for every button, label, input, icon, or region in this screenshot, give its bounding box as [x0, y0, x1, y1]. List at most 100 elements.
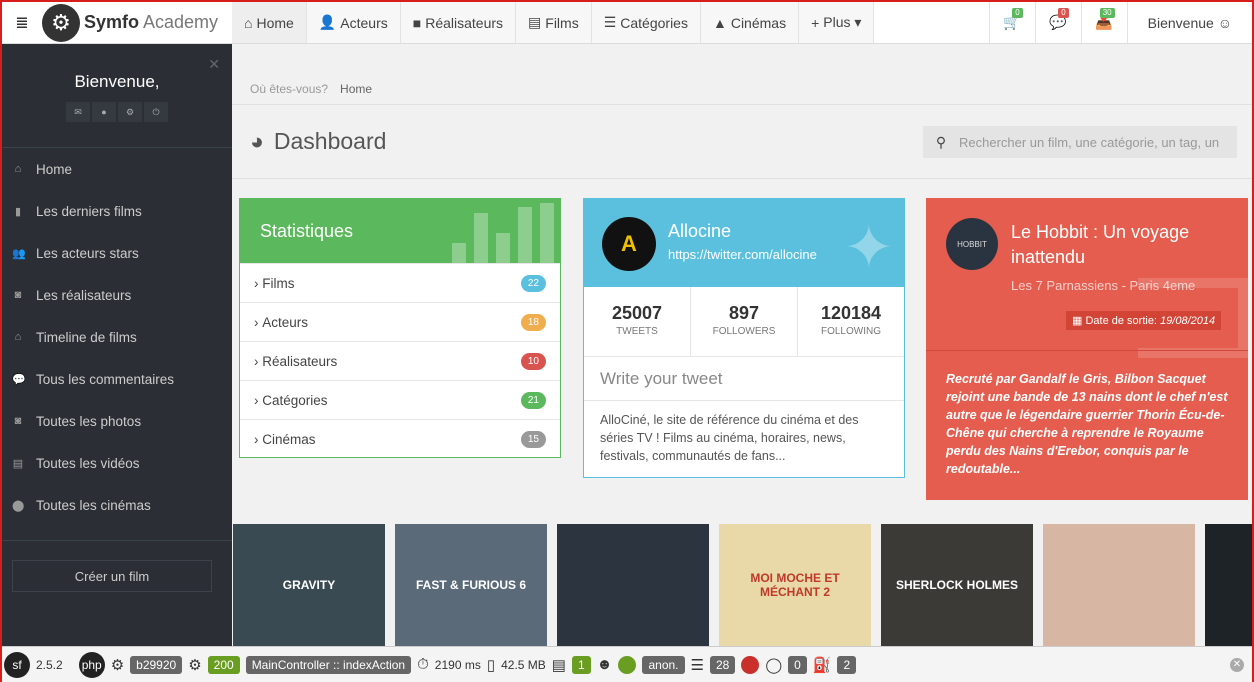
sidebar-toggle-button[interactable]: ≣ [2, 2, 42, 43]
poster-movie[interactable] [1043, 524, 1195, 646]
count-badge: 18 [520, 313, 546, 331]
nav-item-plus-dropdown[interactable]: + Plus ▾ [799, 2, 875, 43]
twitter-name: Allocine [668, 221, 732, 241]
request-time[interactable]: 2190 ms [435, 658, 481, 672]
twitter-url-link[interactable]: https://twitter.com/allocine [668, 247, 817, 262]
chevron-right-icon: › [254, 431, 263, 447]
brand-name-bold: Symfo [84, 12, 140, 32]
sidebar-item-photos[interactable]: ◙ Toutes les photos [2, 400, 232, 442]
tweets-count: 25007 TWEETS [584, 287, 691, 356]
config-icon: ⚙ [110, 656, 125, 674]
clipboard-icon: ▤ [551, 656, 566, 674]
main-nav: ⌂ Home 👤 Acteurs ■ Réalisateurs ▤ Films ☰ Cat… [232, 2, 875, 43]
breadcrumb-current[interactable]: Home [340, 82, 372, 96]
memory-icon: ▯ [486, 656, 496, 674]
sidebar-item-commentaires[interactable]: 💬 Tous les commentaires [2, 358, 232, 400]
chart-bar [540, 203, 554, 263]
envelope-icon[interactable]: ✉ [66, 102, 90, 122]
php-logo-icon[interactable]: php [78, 651, 105, 678]
nav-item-realisateurs[interactable]: ■ Réalisateurs [401, 2, 517, 43]
stats-row-label: Catégories [262, 392, 328, 408]
status-red-dot [741, 655, 760, 674]
brand-logo[interactable]: ⚙ Symfo Academy [42, 2, 232, 43]
poster-sherlock-holmes[interactable]: SHERLOCK HOLMES [881, 524, 1033, 646]
stats-panel: Statistiques › Films 22 › Acteurs 18 › Réa… [239, 198, 561, 458]
movie-title[interactable]: Le Hobbit : Un voyage inattendu [1011, 220, 1226, 270]
stats-panel-header: Statistiques [240, 199, 560, 263]
search-input[interactable]: Rechercher un film, une catégorie, un ta… [959, 135, 1219, 150]
status-code-badge[interactable]: 200 [207, 655, 240, 674]
power-icon[interactable]: ⏻ [144, 102, 168, 122]
count-badge: 10 [520, 352, 546, 370]
plus-icon: + [811, 14, 820, 31]
nav-label: Plus ▾ [823, 14, 862, 30]
close-icon[interactable]: ✕ [1230, 657, 1244, 672]
stats-row-categories[interactable]: › Catégories 21 [240, 380, 560, 419]
events-count[interactable]: 0 [788, 655, 807, 674]
divider [926, 350, 1248, 351]
stats-row-acteurs[interactable]: › Acteurs 18 [240, 302, 560, 341]
followers-label: FOLLOWERS [712, 326, 776, 337]
nav-item-cinemas[interactable]: ▲ Cinémas [701, 2, 800, 43]
sidebar-item-label: Les derniers films [36, 203, 142, 219]
stats-row-cinemas[interactable]: › Cinémas 15 [240, 419, 560, 458]
cart-button[interactable]: 🛒 0 [988, 2, 1035, 43]
user-icon[interactable]: ● [92, 102, 116, 122]
release-date-label: Date de sortie: [1085, 315, 1157, 327]
sidebar-item-timeline[interactable]: ⌂ Timeline de films [2, 316, 232, 358]
sidebar-item-label: Toutes les photos [36, 413, 142, 429]
poster-moi-moche-et-mechant-2[interactable]: MOI MOCHE ET MÉCHANT 2 [719, 524, 871, 646]
poster-fast-furious-6[interactable]: FAST & FURIOUS 6 [395, 524, 547, 646]
welcome-dropdown[interactable]: Bienvenue ☺ [1126, 2, 1252, 43]
top-navbar: ≣ ⚙ Symfo Academy ⌂ Home 👤 Acteurs ■ Réalisa… [2, 2, 1252, 44]
poster-harlock[interactable] [557, 524, 709, 646]
home-icon: ⌂ [14, 331, 22, 343]
controller-action[interactable]: MainController :: indexAction [245, 655, 412, 674]
sidebar-item-home[interactable]: ⌂ Home [2, 148, 232, 190]
nav-item-acteurs[interactable]: 👤 Acteurs [307, 2, 401, 43]
search-icon[interactable]: ⚲ [923, 134, 959, 151]
inbox-button[interactable]: 📥 30 [1080, 2, 1127, 43]
stats-row-label: Films [262, 275, 295, 291]
memory-usage[interactable]: 42.5 MB [501, 658, 546, 672]
poster-movie[interactable] [1205, 524, 1252, 646]
stats-title: Statistiques [260, 220, 354, 241]
nav-item-films[interactable]: ▤ Films [516, 2, 592, 43]
featured-movie-panel: HOBBIT Le Hobbit : Un voyage inattendu L… [926, 198, 1248, 500]
nav-item-categories[interactable]: ☰ Catégories [592, 2, 701, 43]
nav-item-home[interactable]: ⌂ Home [232, 2, 307, 43]
poster-gravity[interactable]: GRAVITY [233, 524, 385, 646]
movie-poster-thumbnail[interactable]: HOBBIT [946, 218, 998, 270]
extra-count[interactable]: 2 [837, 655, 857, 674]
close-icon[interactable]: ✕ [208, 56, 220, 73]
symfony-logo-icon[interactable]: sf [4, 651, 30, 678]
followers-value: 897 [728, 303, 760, 323]
allocine-avatar[interactable]: A [602, 217, 656, 271]
nav-label: Cinémas [730, 14, 787, 31]
stats-row-realisateurs[interactable]: › Réalisateurs 10 [240, 341, 560, 380]
stats-row-films[interactable]: › Films 22 [240, 263, 560, 302]
breadcrumb-lead: Où êtes-vous? [250, 82, 329, 96]
query-count[interactable]: 28 [709, 655, 736, 674]
database-icon: ☰ [690, 656, 704, 674]
following-value: 120184 [820, 303, 882, 323]
comments-button[interactable]: 💬 0 [1034, 2, 1081, 43]
sidebar-item-cinemas[interactable]: ⬤ Toutes les cinémas [2, 484, 232, 526]
sidebar-item-derniers-films[interactable]: ▮ Les derniers films [2, 190, 232, 232]
sidebar-item-acteurs-stars[interactable]: 👥 Les acteurs stars [2, 232, 232, 274]
chevron-right-icon: › [254, 314, 263, 330]
tent-icon: ▲ [712, 14, 727, 31]
gear-icon[interactable]: ⚙ [118, 102, 142, 122]
debug-token[interactable]: b29920 [130, 655, 183, 674]
tweets-label: TWEETS [616, 326, 658, 337]
tweets-value: 25007 [611, 303, 663, 323]
user-name-badge[interactable]: anon. [642, 655, 685, 674]
logs-count[interactable]: 1 [571, 655, 591, 674]
sidebar-item-label: Les réalisateurs [36, 287, 132, 303]
twitter-description: AlloCiné, le site de référence du cinéma… [600, 413, 859, 463]
sidebar-item-realisateurs[interactable]: ◙ Les réalisateurs [2, 274, 232, 316]
write-tweet-input[interactable]: Write your tweet [584, 357, 904, 401]
dashboard-gauge-icon: ◕ [250, 128, 264, 154]
create-film-button[interactable]: Créer un film [12, 560, 212, 592]
sidebar-item-videos[interactable]: ▤ Toutes les vidéos [2, 442, 232, 484]
